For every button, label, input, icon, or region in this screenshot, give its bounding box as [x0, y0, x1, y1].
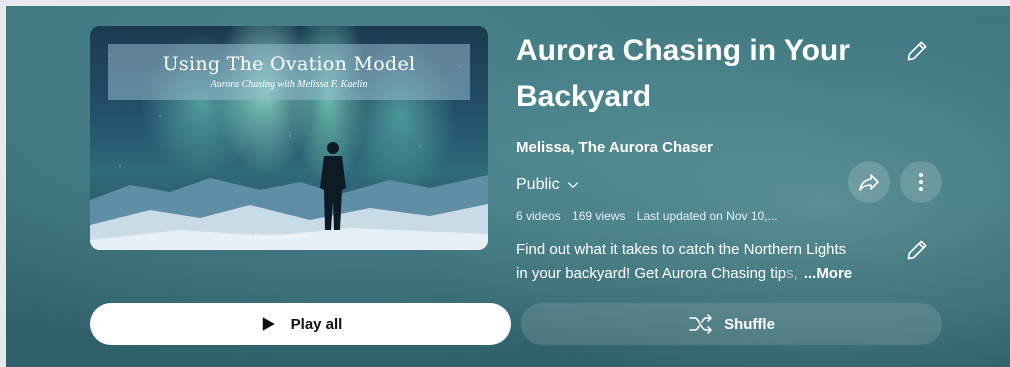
chevron-down-icon — [567, 182, 578, 189]
more-actions-button[interactable] — [900, 161, 942, 203]
privacy-dropdown[interactable]: Public — [516, 176, 580, 194]
play-all-button[interactable]: Play all — [90, 303, 511, 345]
edit-title-pencil-icon[interactable] — [904, 38, 930, 64]
description-line-2-faded: s, — [786, 265, 798, 282]
thumbnail-title: Using The Ovation Model — [162, 53, 416, 75]
playlist-thumbnail[interactable]: Using The Ovation Model Aurora Chasing w… — [90, 26, 488, 250]
description-line-1: Find out what it takes to catch the Nort… — [516, 241, 847, 258]
thumbnail-landscape — [90, 142, 488, 250]
thumbnail-credit: KaelinArt.com/Aurora — [255, 234, 313, 240]
play-icon — [262, 317, 275, 331]
thumbnail-subtitle: Aurora Chasing with Melissa F. Kaelin — [210, 79, 368, 90]
shuffle-label: Shuffle — [724, 315, 775, 333]
playlist-owner[interactable]: Melissa, The Aurora Chaser — [516, 139, 713, 156]
more-link[interactable]: ...More — [804, 265, 852, 282]
share-button[interactable] — [848, 161, 890, 203]
thumbnail-banner: Using The Ovation Model Aurora Chasing w… — [108, 44, 470, 100]
description-line-2-text: in your backyard! Get Aurora Chasing tip — [516, 265, 787, 282]
video-count: 6 videos — [516, 209, 561, 223]
description-line-2: in your backyard! Get Aurora Chasing tip… — [516, 262, 896, 286]
last-updated: Last updated on Nov 10,... — [636, 209, 778, 223]
playlist-meta: 6 videos 169 views Last updated on Nov 1… — [516, 209, 786, 223]
edit-description-pencil-icon[interactable] — [904, 237, 930, 263]
playlist-title: Aurora Chasing in Your Backyard — [516, 34, 850, 113]
shuffle-icon — [689, 314, 712, 334]
privacy-label: Public — [516, 176, 560, 193]
vertical-dots-icon — [919, 173, 923, 191]
share-arrow-icon — [859, 174, 879, 191]
view-count: 169 views — [572, 209, 626, 223]
play-all-label: Play all — [290, 315, 343, 333]
playlist-header: Using The Ovation Model Aurora Chasing w… — [6, 6, 1010, 367]
shuffle-button[interactable]: Shuffle — [521, 303, 942, 345]
playlist-description: Find out what it takes to catch the Nort… — [516, 238, 896, 286]
